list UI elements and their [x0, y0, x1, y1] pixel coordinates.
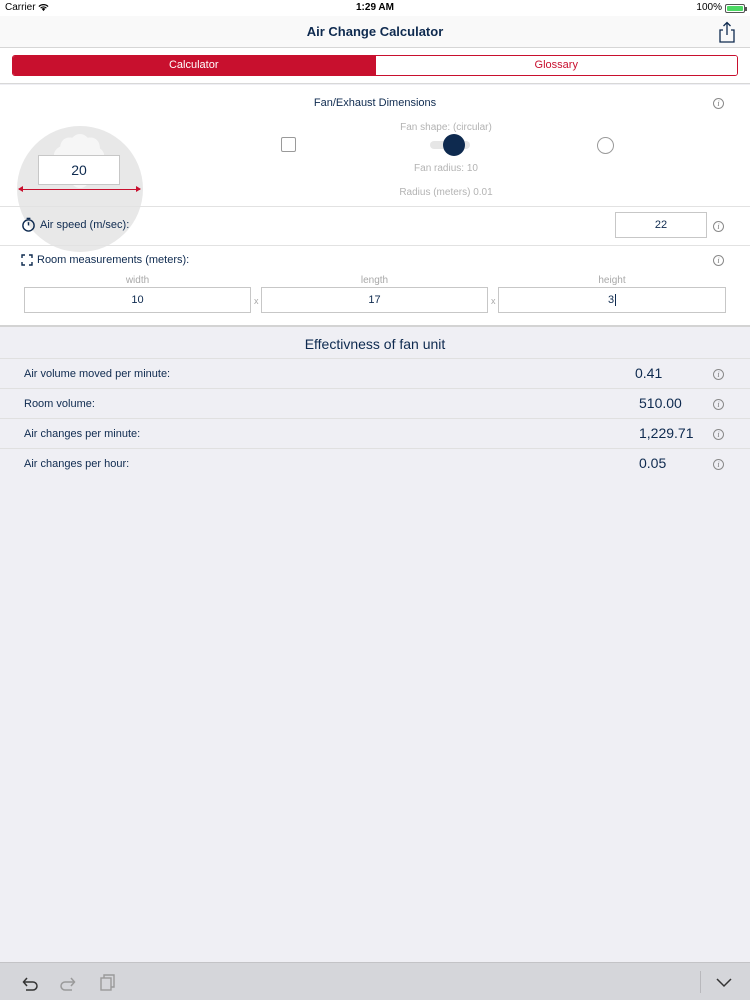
fan-dimension-input[interactable]: 20	[38, 155, 120, 185]
height-label: height	[598, 275, 626, 286]
air-speed-label: Air speed (m/sec):	[40, 218, 130, 231]
result-info-icon[interactable]: i	[713, 459, 724, 470]
result-info-icon[interactable]: i	[713, 399, 724, 410]
height-input[interactable]: 3	[498, 287, 726, 313]
battery-icon	[725, 4, 747, 13]
status-time: 1:29 AM	[356, 2, 394, 13]
result-label: Air changes per minute:	[24, 428, 141, 440]
results-title: Effectivness of fan unit	[304, 336, 446, 352]
result-value: 510.00	[639, 395, 682, 411]
tab-bar-area: Calculator Glossary	[0, 48, 750, 84]
room-measurements-label: Room measurements (meters):	[37, 254, 190, 266]
result-label: Room volume:	[24, 398, 95, 410]
redo-icon[interactable]	[58, 973, 78, 991]
result-value: 1,229.71	[639, 425, 694, 441]
calculator-form: Fan/Exhaust Dimensions i 20 Fan shape: (…	[0, 85, 750, 325]
times-sign: x	[254, 296, 259, 306]
air-speed-info-icon[interactable]: i	[713, 221, 724, 232]
air-speed-input[interactable]: 22	[615, 212, 707, 238]
times-sign: x	[491, 296, 496, 306]
air-speed-row: Air speed (m/sec):	[21, 217, 129, 232]
result-row: Room volume: 510.00 i	[0, 388, 750, 418]
height-input-value: 3	[607, 294, 615, 306]
result-row: Air volume moved per minute: 0.41 i	[0, 358, 750, 388]
room-measurements-row: Room measurements (meters):	[21, 254, 189, 266]
tab-calculator[interactable]: Calculator	[13, 56, 375, 75]
expand-icon	[21, 254, 33, 266]
fan-shape-label: Fan shape: (circular)	[400, 122, 492, 133]
room-info-icon[interactable]: i	[713, 255, 724, 266]
shape-slider-knob[interactable]	[443, 134, 465, 156]
length-input[interactable]: 17	[261, 287, 488, 313]
fan-radius-label: Fan radius: 10	[414, 163, 478, 174]
battery-fill	[727, 6, 743, 11]
result-info-icon[interactable]: i	[713, 429, 724, 440]
text-caret	[615, 294, 617, 307]
page-title: Air Change Calculator	[306, 24, 444, 39]
result-info-icon[interactable]: i	[713, 369, 724, 380]
result-row: Air changes per hour: 0.05 i	[0, 448, 750, 478]
dimension-arrow-right-icon	[136, 186, 141, 192]
fan-section-title: Fan/Exhaust Dimensions	[313, 97, 437, 109]
battery-percentage: 100%	[696, 2, 722, 13]
circle-shape-icon[interactable]	[597, 137, 614, 154]
navigation-bar: Air Change Calculator	[0, 16, 750, 48]
result-value: 0.05	[639, 455, 667, 471]
width-input[interactable]: 10	[24, 287, 251, 313]
length-label: length	[360, 275, 389, 286]
segmented-control: Calculator Glossary	[12, 55, 738, 76]
square-shape-icon[interactable]	[281, 137, 296, 152]
dimension-line	[19, 189, 140, 190]
share-icon[interactable]	[716, 21, 738, 43]
tab-glossary[interactable]: Glossary	[374, 56, 737, 75]
keyboard-dismiss-icon[interactable]	[714, 973, 734, 991]
paste-icon[interactable]	[98, 973, 118, 991]
keyboard-toolbar	[0, 962, 750, 1000]
result-row: Air changes per minute: 1,229.71 i	[0, 418, 750, 448]
result-label: Air volume moved per minute:	[24, 368, 171, 380]
toolbar-separator	[700, 971, 701, 993]
dimension-arrow-left-icon	[18, 186, 23, 192]
fan-radius-meters-label: Radius (meters) 0.01	[399, 187, 493, 198]
result-label: Air changes per hour:	[24, 458, 130, 470]
status-bar: Carrier 1:29 AM 100%	[0, 0, 750, 16]
fan-info-icon[interactable]: i	[713, 98, 724, 109]
undo-icon[interactable]	[20, 973, 40, 991]
stopwatch-icon	[22, 217, 35, 232]
width-label: width	[125, 275, 150, 286]
